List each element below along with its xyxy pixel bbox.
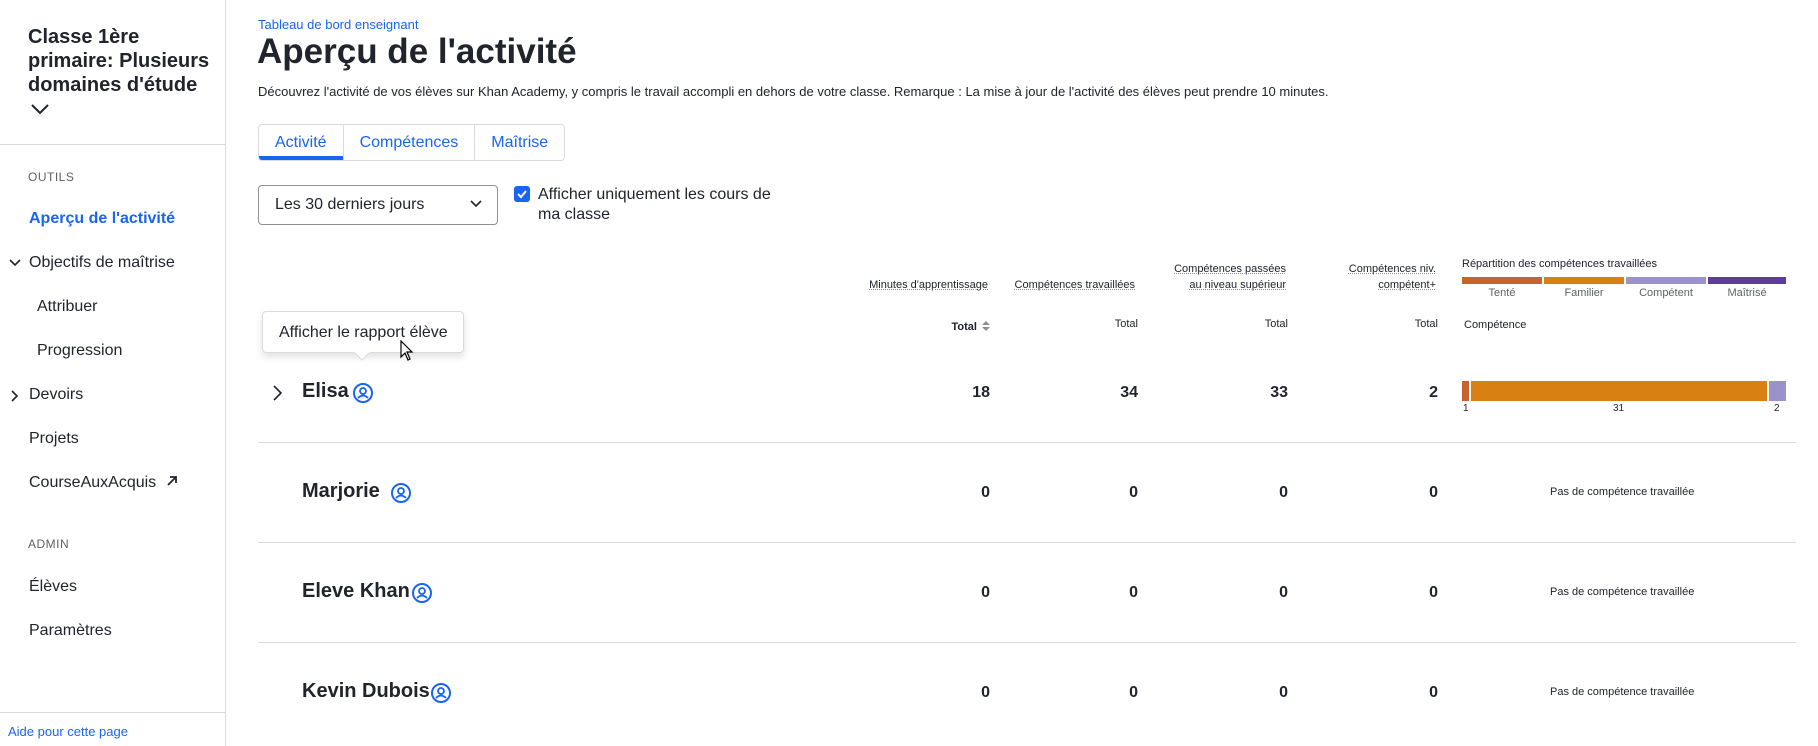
row-divider [258, 442, 1796, 443]
sidebar-item-assign[interactable]: Attribuer [37, 297, 97, 317]
no-skill-text: Pas de compétence travaillée [1550, 686, 1695, 698]
legend-familiar-bar [1544, 277, 1624, 284]
worked-value: 34 [1120, 384, 1138, 401]
header-competence: Compétence [1464, 319, 1527, 331]
dist-bar-attempted [1462, 381, 1469, 401]
tools-section-label: OUTILS [28, 170, 75, 184]
external-link-icon [166, 476, 177, 486]
header-proficient-total: Total [1414, 318, 1438, 330]
dist-count-proficient: 2 [1774, 403, 1780, 414]
student-report-tooltip: Afficher le rapport élève [262, 311, 464, 353]
student-name[interactable]: Marjorie [302, 480, 380, 503]
tab-skills[interactable]: Compétences [344, 125, 476, 160]
sidebar-item-mastery-goals[interactable]: Objectifs de maîtrise [29, 253, 175, 273]
student-name[interactable]: Kevin Dubois [302, 680, 430, 703]
legend-familiar-label: Familier [1564, 287, 1604, 299]
worked-value: 0 [1129, 484, 1138, 501]
header-distribution: Répartition des compétences travaillées [1462, 258, 1658, 270]
mouse-cursor-icon [400, 340, 414, 361]
class-courses-checkbox-label[interactable]: Afficher uniquement les cours de ma clas… [538, 185, 778, 225]
tab-bar: Activité Compétences Maîtrise [258, 124, 566, 161]
sidebar-item-settings[interactable]: Paramètres [29, 621, 112, 641]
tooltip-arrow [354, 352, 370, 361]
dist-count-familiar: 31 [1613, 403, 1625, 414]
breadcrumb[interactable]: Tableau de bord enseignant [258, 17, 418, 32]
row-divider [258, 542, 1796, 543]
page-title: Aperçu de l'activité [257, 32, 577, 71]
dist-count-attempted: 1 [1463, 403, 1469, 414]
admin-section-label: ADMIN [28, 537, 70, 551]
header-leveled-up-total: Total [1264, 318, 1288, 330]
chevron-down-icon[interactable] [8, 256, 22, 270]
header-worked[interactable]: Compétences travaillées [990, 277, 1135, 293]
period-select[interactable]: Les 30 derniers jours [258, 185, 498, 225]
student-profile-icon[interactable] [411, 582, 433, 604]
legend-attempted-label: Tenté [1488, 287, 1516, 299]
header-minutes[interactable]: Minutes d'apprentissage [842, 277, 988, 293]
class-title[interactable]: Classe 1ère primaire: Plusieurs domaines… [28, 25, 218, 97]
minutes-value: 0 [981, 584, 990, 601]
no-skill-text: Pas de compétence travaillée [1550, 586, 1695, 598]
dist-bar-proficient [1769, 381, 1786, 401]
leveled-up-value: 0 [1279, 484, 1288, 501]
class-courses-checkbox[interactable] [514, 186, 530, 202]
proficient-value: 0 [1429, 484, 1438, 501]
legend-attempted-bar [1462, 277, 1542, 284]
student-name[interactable]: Eleve Khan [302, 580, 410, 603]
legend-mastered-label: Maîtrisé [1727, 287, 1767, 299]
tab-mastery[interactable]: Maîtrise [475, 125, 564, 160]
sidebar-item-projects[interactable]: Projets [29, 429, 79, 449]
minutes-value: 0 [981, 684, 990, 701]
header-worked-total: Total [1114, 318, 1138, 330]
sidebar-divider [0, 144, 226, 145]
period-select-value: Les 30 derniers jours [275, 196, 425, 213]
minutes-value: 18 [972, 384, 990, 401]
help-link[interactable]: Aide pour cette page [8, 724, 128, 739]
header-proficient[interactable]: Compétences niv. compétent+ [1330, 261, 1436, 293]
sidebar-item-course-label: CourseAuxAcquis [29, 474, 157, 491]
proficient-value: 0 [1429, 584, 1438, 601]
worked-value: 0 [1129, 584, 1138, 601]
minutes-value: 0 [981, 484, 990, 501]
legend-proficient-bar [1626, 277, 1706, 284]
sidebar-item-progress[interactable]: Progression [37, 341, 122, 361]
help-divider [0, 712, 226, 713]
student-profile-icon[interactable] [430, 682, 452, 704]
sidebar-item-course[interactable]: CourseAuxAcquis [29, 473, 177, 493]
sidebar-item-students[interactable]: Élèves [29, 577, 77, 597]
chevron-right-icon[interactable] [8, 389, 22, 403]
worked-value: 0 [1129, 684, 1138, 701]
chevron-right-icon[interactable] [270, 384, 284, 402]
proficient-value: 0 [1429, 684, 1438, 701]
sidebar-item-assignments[interactable]: Devoirs [29, 385, 83, 405]
student-name[interactable]: Elisa [302, 380, 349, 403]
student-profile-icon[interactable] [390, 482, 412, 504]
dist-bar-familiar [1471, 381, 1767, 401]
header-minutes-total[interactable]: Total [940, 318, 990, 333]
tab-activity[interactable]: Activité [259, 125, 344, 160]
chevron-down-icon [470, 200, 482, 208]
sort-total-label: Total [951, 321, 977, 333]
sidebar: Classe 1ère primaire: Plusieurs domaines… [0, 0, 226, 746]
sort-icon [982, 321, 990, 331]
row-divider [258, 642, 1796, 643]
proficient-value: 2 [1429, 384, 1438, 401]
sidebar-item-activity[interactable]: Aperçu de l'activité [29, 209, 175, 229]
legend-proficient-label: Compétent [1639, 287, 1693, 299]
leveled-up-value: 33 [1270, 384, 1288, 401]
leveled-up-value: 0 [1279, 584, 1288, 601]
student-profile-icon[interactable] [352, 382, 374, 404]
checkmark-icon [517, 190, 527, 199]
chevron-down-icon[interactable] [28, 100, 52, 118]
no-skill-text: Pas de compétence travaillée [1550, 486, 1695, 498]
leveled-up-value: 0 [1279, 684, 1288, 701]
header-leveled-up[interactable]: Compétences passées au niveau supérieur [1160, 261, 1286, 293]
legend-mastered-bar [1708, 277, 1786, 284]
page-description: Découvrez l'activité de vos élèves sur K… [258, 84, 1329, 99]
